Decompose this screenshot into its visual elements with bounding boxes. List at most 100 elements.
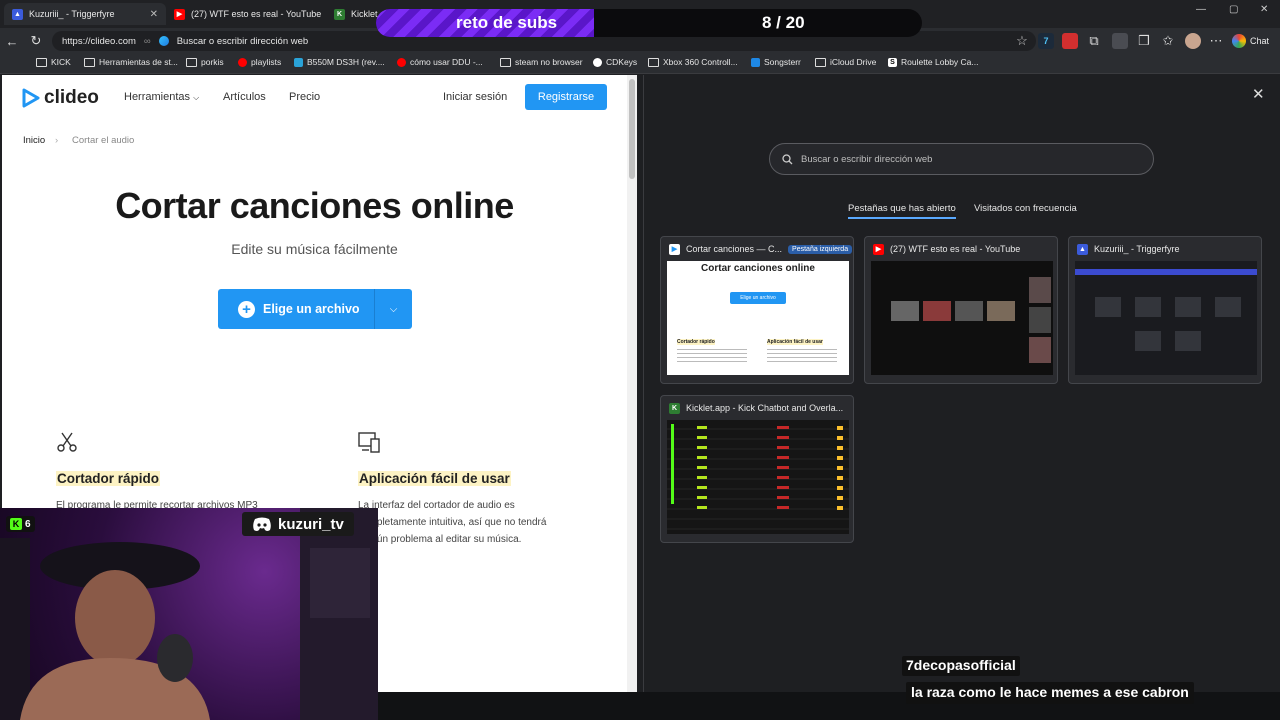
- bookmark-label: Songsterr: [764, 57, 801, 67]
- folder-icon: [84, 57, 95, 67]
- bookmark-b550m[interactable]: B550M DS3H (rev....: [294, 57, 385, 67]
- bookmark-steam[interactable]: steam no browser: [500, 57, 583, 67]
- webcam-feed: [0, 508, 378, 720]
- bookmark-label: iCloud Drive: [830, 57, 877, 67]
- card-title: Kicklet.app - Kick Chatbot and Overla...: [686, 403, 844, 413]
- folder-icon: [36, 57, 47, 67]
- bookmark-playlists[interactable]: playlists: [238, 57, 281, 67]
- youtube-icon: [397, 57, 406, 67]
- triggerfyre-icon: ▲: [1077, 243, 1088, 255]
- chevron-down-icon[interactable]: ⌵: [375, 304, 412, 315]
- close-tab-icon[interactable]: ✕: [150, 9, 158, 20]
- cdkeys-icon: [593, 57, 602, 67]
- plus-icon: +: [238, 300, 255, 318]
- nav-price[interactable]: Precio: [289, 91, 320, 103]
- tab-card-youtube[interactable]: ▶ (27) WTF esto es real - YouTube: [864, 236, 1058, 384]
- tab-frequent[interactable]: Visitados con frecuencia: [974, 203, 1077, 214]
- logo-text: clideo: [44, 87, 99, 108]
- tab-card-triggerfyre[interactable]: ▲ Kuzuriii_ - Triggerfyre: [1068, 236, 1262, 384]
- panel-search-placeholder: Buscar o escribir dirección web: [801, 153, 933, 165]
- maximize-icon[interactable]: ▢: [1229, 4, 1238, 15]
- bookmark-label: KICK: [51, 57, 71, 67]
- clideo-logo[interactable]: clideo: [22, 87, 99, 109]
- card-preview: [1075, 261, 1257, 375]
- clideo-icon: ▶: [669, 243, 680, 255]
- bookmark-porkis[interactable]: porkis: [186, 57, 224, 67]
- extensions-puzzle-icon[interactable]: ⧉: [1086, 33, 1102, 49]
- close-window-icon[interactable]: ✕: [1260, 4, 1268, 15]
- tab-title: Kuzuriii_ - Triggerfyre: [29, 9, 115, 19]
- page-title: Cortar canciones online: [115, 185, 514, 226]
- subs-goal-label: reto de subs: [456, 13, 558, 32]
- scrollbar-thumb[interactable]: [629, 79, 635, 179]
- search-icon: [782, 153, 793, 164]
- page-subtitle: Edite su música fácilmente: [231, 241, 398, 257]
- tab-card-kicklet[interactable]: K Kicklet.app - Kick Chatbot and Overla.…: [660, 395, 854, 543]
- stake-icon: S: [888, 57, 897, 67]
- login-link[interactable]: Iniciar sesión: [443, 91, 507, 103]
- subs-goal-count: 8 / 20: [762, 13, 805, 32]
- profile-avatar-icon[interactable]: [1185, 33, 1201, 49]
- chat-message: la raza como le hace memes a ese cabron: [906, 682, 1194, 704]
- split-screen-icon[interactable]: [1112, 33, 1128, 49]
- card-title: Kuzuriii_ - Triggerfyre: [1094, 244, 1180, 254]
- folder-icon: [815, 57, 826, 67]
- tab-title: (27) WTF esto es real - YouTube: [191, 9, 322, 19]
- reload-icon[interactable]: ↻: [28, 33, 44, 49]
- bookmark-ddu[interactable]: cómo usar DDU -...: [397, 57, 483, 67]
- nav-tools[interactable]: Herramientas ⌵: [124, 91, 199, 103]
- tab-card-clideo[interactable]: ▶ Cortar canciones — C... Pestaña izquie…: [660, 236, 854, 384]
- favorites-icon[interactable]: ✩: [1160, 33, 1176, 49]
- bookmark-kick[interactable]: KICK: [36, 57, 71, 67]
- bookmark-cdkeys[interactable]: CDKeys: [593, 57, 637, 67]
- breadcrumb-home[interactable]: Inicio: [23, 135, 45, 146]
- copilot-chat-button[interactable]: Chat: [1232, 32, 1269, 50]
- minimize-icon[interactable]: —: [1196, 4, 1206, 15]
- tab-triggerfyre[interactable]: ▲ Kuzuriii_ - Triggerfyre ✕: [4, 3, 166, 25]
- triggerfyre-icon: ▲: [12, 8, 23, 20]
- bookmark-herramientas[interactable]: Herramientas de st...: [84, 57, 178, 67]
- kick-icon: K: [10, 518, 22, 530]
- card-preview: [871, 261, 1053, 375]
- menu-more-icon[interactable]: ⋯: [1208, 33, 1224, 49]
- youtube-icon: ▶: [174, 8, 185, 20]
- bookmark-xbox[interactable]: Xbox 360 Controll...: [648, 57, 738, 67]
- bookmark-roulette[interactable]: S Roulette Lobby Ca...: [888, 57, 979, 67]
- choose-file-button[interactable]: + Elige un archivo ⌵: [218, 289, 412, 329]
- close-panel-icon[interactable]: ✕: [1252, 85, 1265, 103]
- chevron-down-icon: ⌵: [193, 93, 200, 102]
- clideo-logo-icon: [22, 88, 40, 108]
- url-text: https://clideo.com: [62, 35, 136, 47]
- chat-label: Chat: [1250, 36, 1270, 46]
- bookmark-songsterr[interactable]: Songsterr: [751, 57, 801, 67]
- songsterr-icon: [751, 57, 760, 67]
- bookmark-label: B550M DS3H (rev....: [307, 57, 385, 67]
- favorite-star-icon[interactable]: ☆: [1014, 33, 1030, 49]
- back-icon[interactable]: ←: [4, 33, 20, 49]
- kick-viewers-badge: K 6: [6, 516, 35, 532]
- choose-file-label: Elige un archivo: [263, 302, 360, 316]
- youtube-icon: ▶: [873, 243, 884, 255]
- discord-badge: kuzuri_tv: [242, 512, 354, 536]
- scissors-icon: [57, 432, 77, 452]
- tab-youtube[interactable]: ▶ (27) WTF esto es real - YouTube ✕: [166, 3, 326, 25]
- collections-icon[interactable]: ❒: [1136, 33, 1152, 49]
- folder-icon: [500, 57, 511, 67]
- kicklet-icon: K: [334, 8, 345, 20]
- page-scrollbar[interactable]: [627, 75, 637, 692]
- bookmark-label: Xbox 360 Controll...: [663, 57, 738, 67]
- nav-articles[interactable]: Artículos: [223, 91, 266, 103]
- search-text: Buscar o escribir dirección web: [176, 35, 309, 47]
- extension-icon[interactable]: [1062, 33, 1078, 49]
- preview-title: Cortar canciones online: [701, 263, 815, 274]
- panel-search-input[interactable]: Buscar o escribir dirección web: [769, 143, 1154, 175]
- register-button[interactable]: Registrarse: [525, 84, 607, 110]
- tab-open-tabs[interactable]: Pestañas que has abierto: [848, 203, 956, 219]
- card-preview: Cortar canciones online Elige un archivo…: [667, 261, 849, 375]
- extension-icon[interactable]: 7: [1038, 33, 1054, 49]
- folder-icon: [648, 57, 659, 67]
- choose-file-main[interactable]: + Elige un archivo: [218, 300, 374, 318]
- bookmarks-bar: KICK Herramientas de st... porkis playli…: [0, 54, 1280, 74]
- youtube-icon: [238, 57, 247, 67]
- bookmark-icloud[interactable]: iCloud Drive: [815, 57, 876, 67]
